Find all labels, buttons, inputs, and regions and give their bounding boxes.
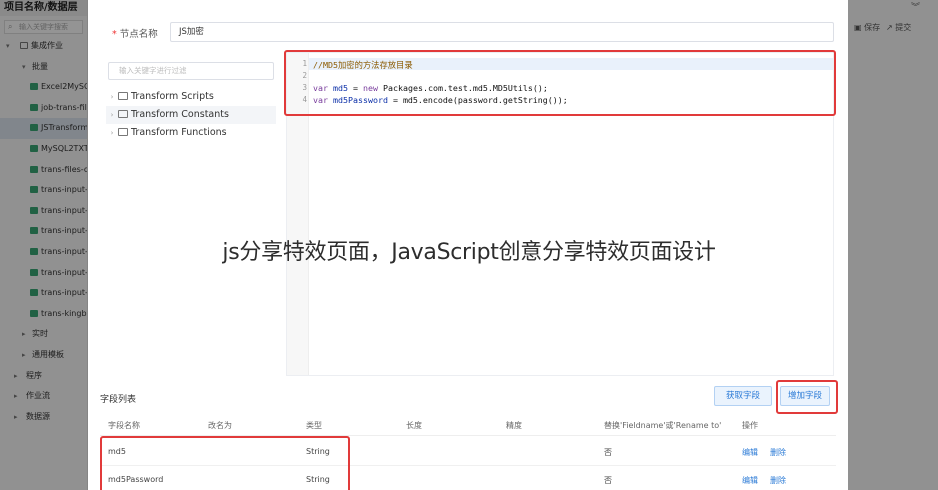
- edit-link[interactable]: 编辑: [742, 447, 758, 458]
- add-field-highlight-box: [776, 380, 838, 414]
- replace-cell: 否: [604, 448, 612, 457]
- column-header: 长度: [406, 421, 422, 430]
- script-tree-panel: 输入关键字进行过滤 › Transform Scripts › Transform …: [102, 56, 280, 376]
- get-fields-button[interactable]: 获取字段: [714, 386, 772, 406]
- delete-link[interactable]: 删除: [770, 475, 786, 486]
- tree-node-transform-scripts[interactable]: › Transform Scripts: [106, 88, 214, 106]
- delete-link[interactable]: 删除: [770, 447, 786, 458]
- column-header: 操作: [742, 421, 758, 430]
- column-header: 替换'Fieldname'或'Rename to': [604, 421, 722, 430]
- column-header: 字段名称: [108, 421, 140, 430]
- column-header: 类型: [306, 421, 322, 430]
- tree-filter-input[interactable]: 输入关键字进行过滤: [108, 62, 274, 80]
- fields-table-header: 字段名称 改名为 类型 长度 精度 替换'Fieldname'或'Rename …: [100, 414, 836, 436]
- replace-cell: 否: [604, 476, 612, 485]
- column-header: 改名为: [208, 421, 232, 430]
- tree-node-transform-functions[interactable]: › Transform Functions: [106, 124, 227, 142]
- folder-icon: [118, 110, 128, 118]
- column-header: 精度: [506, 421, 522, 430]
- chevron-right-icon: ›: [110, 111, 114, 119]
- folder-icon: [118, 92, 128, 100]
- chevron-right-icon: ›: [110, 93, 114, 101]
- folder-icon: [118, 128, 128, 136]
- node-name-label: * 节点名称: [112, 29, 158, 40]
- tree-node-transform-constants[interactable]: › Transform Constants: [106, 106, 276, 124]
- chevron-right-icon: ›: [110, 129, 114, 137]
- fields-list-title: 字段列表: [100, 395, 137, 405]
- code-highlight-box: [284, 50, 836, 116]
- watermark-text: js分享特效页面，JavaScript创意分享特效页面设计: [222, 240, 716, 265]
- fields-highlight-box: [100, 436, 350, 490]
- node-name-input[interactable]: JS加密: [170, 22, 834, 42]
- edit-link[interactable]: 编辑: [742, 475, 758, 486]
